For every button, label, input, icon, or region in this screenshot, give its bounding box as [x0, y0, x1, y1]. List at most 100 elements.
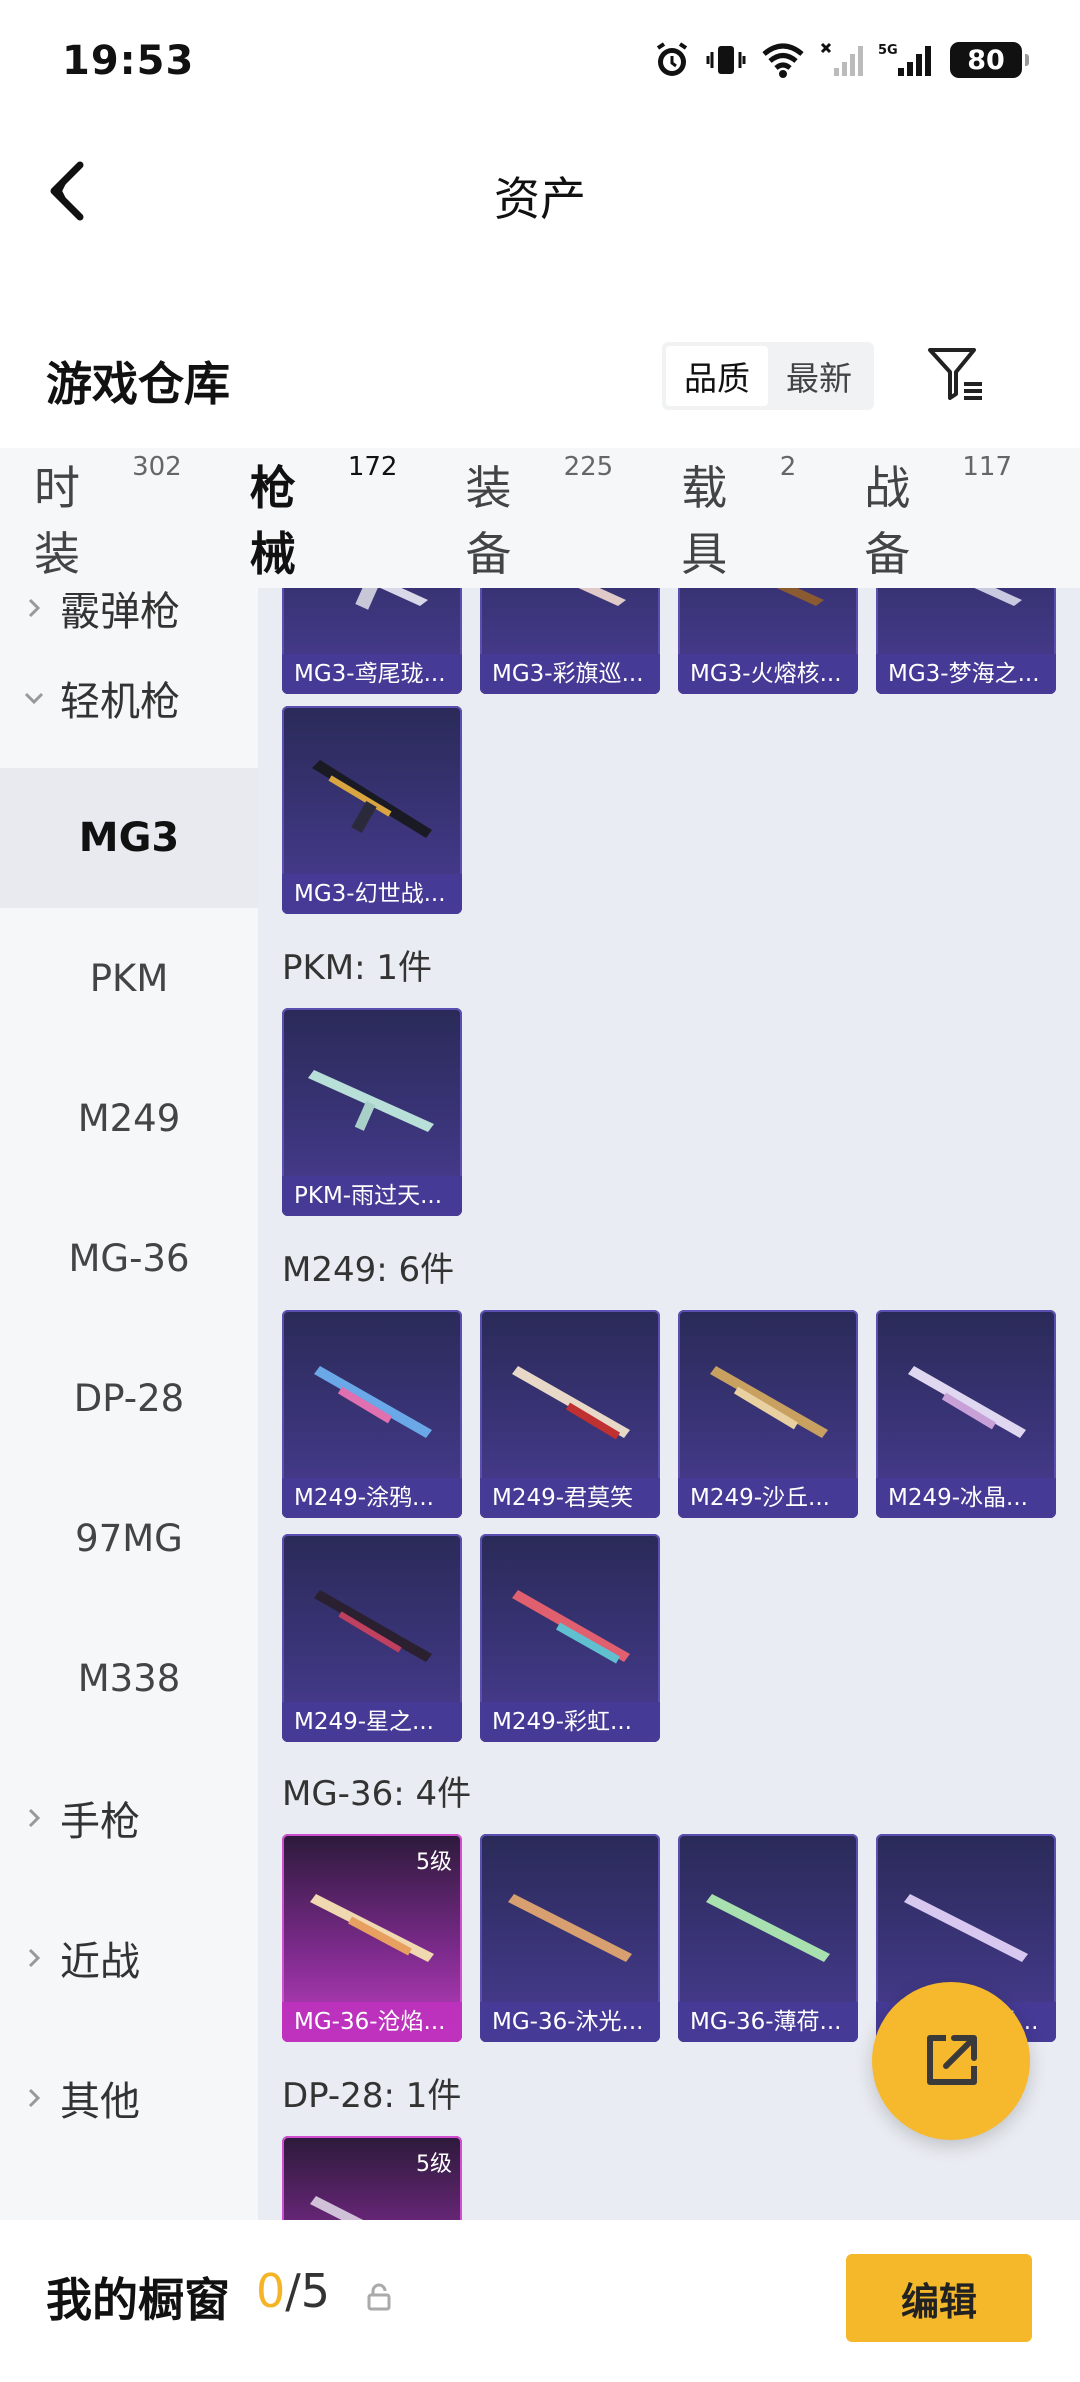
sidebar-item-label: 其他: [60, 2079, 140, 2125]
tab-count: 2: [779, 452, 797, 482]
sort-newest-button[interactable]: 最新: [768, 346, 870, 406]
sidebar-item-pistol[interactable]: 手枪: [0, 1748, 258, 1888]
weapon-name: MG3-梦海之...: [876, 654, 1056, 694]
weapon-name: M249-沙丘...: [678, 1478, 858, 1518]
weapon-card[interactable]: 5级 MG-36-沧焰...: [282, 1834, 462, 2042]
tab-fashion[interactable]: 时装 302: [34, 452, 182, 584]
sort-toggle: 品质 最新: [662, 342, 874, 410]
sidebar-item-label: 霰弹枪: [60, 589, 180, 635]
weapon-card[interactable]: 5级: [282, 2136, 462, 2220]
weapon-name: M249-涂鸦...: [282, 1478, 462, 1518]
level-badge: 5级: [416, 2152, 452, 2177]
weapon-card[interactable]: M249-彩虹...: [480, 1534, 660, 1742]
m249-row-1: M249-涂鸦... M249-君莫笑 M249-沙丘... M249-冰晶..…: [282, 1310, 1056, 1518]
sidebar-item-pkm[interactable]: PKM: [0, 908, 258, 1048]
weapon-card[interactable]: MG-36-沐光...: [480, 1834, 660, 2042]
rifle-icon: [308, 1070, 434, 1132]
weapon-card[interactable]: MG3-鸢尾珑...: [282, 588, 462, 694]
weapon-card[interactable]: MG3-彩旗巡...: [480, 588, 660, 694]
tab-count: 117: [962, 452, 1012, 482]
showcase-label: 我的橱窗: [46, 2273, 230, 2327]
signal-5g-icon: 5G: [878, 43, 931, 76]
group-label-dp28: DP-28: 1件: [282, 2076, 462, 2116]
category-tabs: 时装 302 枪械 172 装备 225 载具 2 战备 117: [0, 448, 1080, 612]
tab-label: 战备: [864, 461, 911, 581]
weapon-card[interactable]: MG-36-薄荷...: [678, 1834, 858, 2042]
rifle-icon: [508, 1894, 632, 1962]
chevron-right-icon: [28, 1808, 41, 1828]
page-title: 资产: [494, 172, 586, 226]
tab-weapons[interactable]: 枪械 172: [249, 452, 397, 612]
rifle-icon: [310, 1894, 434, 1962]
sidebar-item-lmg[interactable]: 轻机枪: [0, 628, 258, 768]
group-label-m249: M249: 6件: [282, 1250, 455, 1290]
rifle-icon: [710, 1366, 828, 1438]
edit-button[interactable]: 编辑: [846, 2254, 1032, 2342]
tab-count: 225: [563, 452, 614, 482]
weapon-name: MG3-幻世战...: [282, 874, 462, 914]
share-button[interactable]: [872, 1982, 1030, 2140]
dp28-row: 5级: [282, 2136, 462, 2220]
rifle-icon: [314, 1366, 432, 1438]
rifle-icon: [706, 1894, 830, 1962]
weapon-card[interactable]: M249-沙丘...: [678, 1310, 858, 1518]
weapon-card[interactable]: M249-星之...: [282, 1534, 462, 1742]
weapon-card[interactable]: M249-涂鸦...: [282, 1310, 462, 1518]
sidebar-item-label: 轻机枪: [60, 679, 180, 725]
category-sidebar: 霰弹枪 轻机枪 MG3 PKM M249 MG-36 DP-28 97MG M3…: [0, 588, 258, 2220]
share-icon: [927, 2035, 977, 2085]
showcase-count: 0/5: [256, 2264, 330, 2318]
tab-supplies[interactable]: 战备 117: [864, 452, 1012, 584]
sort-quality-button[interactable]: 品质: [666, 346, 768, 406]
sidebar-item-m249[interactable]: M249: [0, 1048, 258, 1188]
alarm-icon: [656, 42, 688, 76]
vibrate-icon: [706, 46, 746, 74]
sidebar-item-other[interactable]: 其他: [0, 2028, 258, 2168]
svg-text:5G: 5G: [878, 43, 898, 58]
weapon-card[interactable]: PKM-雨过天...: [282, 1008, 462, 1216]
rifle-icon: [904, 1894, 1028, 1962]
status-icons: 5G 80: [652, 40, 1029, 80]
filter-icon[interactable]: [924, 342, 988, 406]
group-label-pkm: PKM: 1件: [282, 948, 433, 988]
weapon-card[interactable]: MG3-火熔核...: [678, 588, 858, 694]
mg3-row-2: MG3-幻世战...: [282, 706, 462, 914]
m249-row-2: M249-星之... M249-彩虹...: [282, 1534, 660, 1742]
sidebar-item-97mg[interactable]: 97MG: [0, 1468, 258, 1608]
nav-bar: 资产: [0, 125, 1080, 255]
tab-equipment[interactable]: 装备 225: [465, 452, 613, 584]
section-header: 游戏仓库 品质 最新: [0, 318, 1080, 438]
status-time: 19:53: [62, 38, 195, 84]
rifle-icon: [974, 588, 1022, 606]
bottom-bar: 我的橱窗 0/5 编辑: [0, 2220, 1080, 2382]
sidebar-item-shotgun[interactable]: 霰弹枪: [0, 588, 258, 635]
rifle-icon: [310, 2196, 364, 2220]
rifle-icon: [512, 1590, 630, 1664]
sidebar-item-mg36[interactable]: MG-36: [0, 1188, 258, 1328]
weapon-card[interactable]: MG3-梦海之...: [876, 588, 1056, 694]
weapon-name: M249-彩虹...: [480, 1702, 660, 1742]
rifle-icon: [312, 760, 432, 838]
chevron-right-icon: [28, 1948, 41, 1968]
weapon-name: MG-36-沧焰...: [282, 2002, 462, 2042]
tab-label: 枪械: [249, 461, 296, 581]
rifle-icon: [355, 588, 428, 610]
chevron-down-icon: [24, 692, 44, 705]
sidebar-item-melee[interactable]: 近战: [0, 1888, 258, 2028]
sidebar-item-dp28[interactable]: DP-28: [0, 1328, 258, 1468]
weapon-card[interactable]: M249-君莫笑: [480, 1310, 660, 1518]
weapon-card[interactable]: M249-冰晶...: [876, 1310, 1056, 1518]
sidebar-item-mg3[interactable]: MG3: [0, 768, 258, 908]
weapon-name: MG-36-沐光...: [480, 2002, 660, 2042]
weapon-name: M249-星之...: [282, 1702, 462, 1742]
tab-label: 载具: [681, 461, 728, 581]
section-title: 游戏仓库: [46, 357, 230, 411]
tab-vehicles[interactable]: 载具 2: [681, 452, 796, 584]
weapon-card[interactable]: MG3-幻世战...: [282, 706, 462, 914]
tab-label: 装备: [465, 461, 512, 581]
tab-label: 时装: [34, 461, 80, 581]
sidebar-item-label: 近战: [60, 1939, 140, 1985]
sidebar-item-m338[interactable]: M338: [0, 1608, 258, 1748]
showcase-used: 0: [256, 2264, 286, 2318]
weapon-grid: MG3-鸢尾珑... MG3-彩旗巡... MG3-火熔核... MG3-梦海之…: [258, 588, 1080, 2220]
